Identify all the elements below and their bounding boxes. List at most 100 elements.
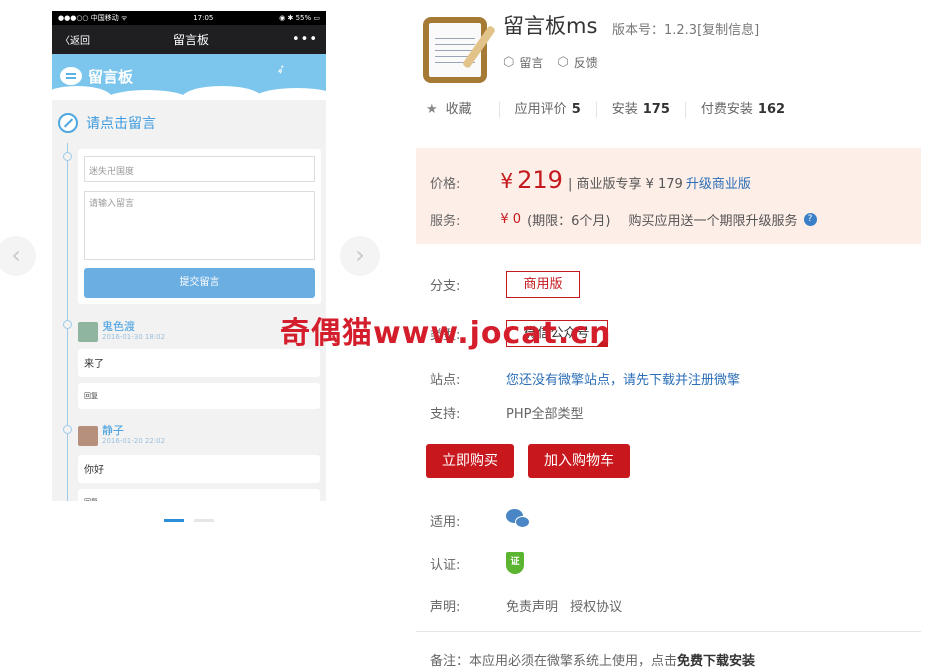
cert-label: 认证: xyxy=(430,557,461,573)
rating-label: 应用评价 xyxy=(514,102,567,117)
favorite-button[interactable]: ★ 收藏 xyxy=(426,102,499,118)
phone-status-bar: ●●●○○ 中国移动 ᯤ 17:05 ◉ ✱ 55% ▭ xyxy=(52,11,326,25)
submit-message-button: 提交留言 xyxy=(84,268,315,298)
branch-row: 分支: 商用版 xyxy=(430,271,580,298)
carousel-next-button[interactable]: › xyxy=(340,236,380,276)
tag-icon: ⬡ xyxy=(557,55,569,70)
wechat-nav-bar: 〈返回 留言板 ••• xyxy=(52,25,326,54)
message-form: 迷失卍国度 请输入留言 提交留言 xyxy=(78,149,321,304)
write-header: 请点击留言 xyxy=(58,113,156,133)
favorite-label: 收藏 xyxy=(445,102,472,117)
business-price-text: | 商业版专享 ¥ 179 xyxy=(567,177,683,192)
apply-row: 适用: xyxy=(430,509,532,531)
declaration-links: 免责声明 授权协议 xyxy=(506,596,630,615)
tag-item[interactable]: ⬡ 留言 xyxy=(503,54,543,71)
service-desc: 购买应用送一个期限升级服务 xyxy=(628,214,798,229)
service-row: 服务: ¥ 0 (期限：6个月) 购买应用送一个期限升级服务 ? xyxy=(430,210,817,229)
app-icon xyxy=(423,17,497,83)
message-header: 鬼色渡 2016-01-30 18:02 xyxy=(78,321,165,342)
service-label: 服务: xyxy=(430,214,461,229)
site-row: 站点: 您还没有微擎站点，请先下载并注册微擎 xyxy=(430,369,740,388)
pen-icon xyxy=(58,113,78,133)
message-date: 2016-01-20 22:02 xyxy=(102,437,166,445)
remark-text: 备注：本应用必须在微擎系统上使用，点击 xyxy=(430,654,678,669)
rocket-icon: ➶ xyxy=(273,60,289,78)
business-price: | 商业版专享 ¥ 179 升级商业版 xyxy=(568,173,751,192)
certified-shield-icon: 证 xyxy=(506,552,524,574)
avatar xyxy=(78,425,98,446)
message-header: 静子 2016-01-20 22:02 xyxy=(78,425,165,446)
license-link[interactable]: 授权协议 xyxy=(570,600,622,615)
rating-value: 5 xyxy=(571,102,581,117)
copy-info-link[interactable]: [复制信息] xyxy=(697,23,759,38)
upgrade-link[interactable]: 升级商业版 xyxy=(686,177,751,192)
install-value: 175 xyxy=(642,102,670,117)
paid-value: 162 xyxy=(757,102,786,117)
stat-rating: 应用评价 5 xyxy=(498,102,596,118)
price-value: ¥219 xyxy=(500,166,563,194)
avatar xyxy=(78,321,98,342)
screenshot-carousel: ●●●○○ 中国移动 ᯤ 17:05 ◉ ✱ 55% ▭ 〈返回 留言板 •••… xyxy=(0,0,380,540)
free-download-link[interactable]: 免费下载安装 xyxy=(677,654,755,669)
timeline-node xyxy=(63,320,72,329)
support-label: 支持: xyxy=(430,407,461,422)
price-panel: 价格: ¥219 | 商业版专享 ¥ 179 升级商业版 服务: ¥ 0 (期限：… xyxy=(416,148,921,244)
message-field: 请输入留言 xyxy=(84,191,315,260)
price-row: 价格: ¥219 | 商业版专享 ¥ 179 升级商业版 xyxy=(430,166,751,194)
buy-now-button[interactable]: 立即购买 xyxy=(426,444,514,478)
reply-label: 回复 xyxy=(78,489,320,501)
carousel-dot[interactable] xyxy=(164,519,184,522)
timeline-node xyxy=(63,425,72,434)
branch-label: 分支: xyxy=(430,279,461,294)
declaration-row: 声明: 免责声明 授权协议 xyxy=(430,596,630,615)
nav-title: 留言板 xyxy=(172,33,209,47)
stats-bar: ★ 收藏 应用评价 5 安装 175 付费安装 162 xyxy=(426,102,800,118)
timeline-node xyxy=(63,152,72,161)
support-value: PHP全部类型 xyxy=(506,407,584,422)
declaration-label: 声明: xyxy=(430,600,461,615)
banner: 留言板 ➶ xyxy=(52,54,326,100)
tag-icon: ⬡ xyxy=(503,55,515,70)
cert-row: 认证: 证 xyxy=(430,552,524,574)
banner-title: 留言板 xyxy=(88,68,134,86)
status-time: 17:05 xyxy=(193,14,214,22)
site-label: 站点: xyxy=(430,373,461,388)
disclaimer-link[interactable]: 免责声明 xyxy=(506,600,558,615)
support-row: 支持: PHP全部类型 xyxy=(430,403,583,422)
site-register-link[interactable]: 您还没有微擎站点，请先下载并注册微擎 xyxy=(506,369,740,388)
message-author: 鬼色渡 xyxy=(102,320,135,333)
name-field: 迷失卍国度 xyxy=(84,156,315,182)
branch-option[interactable]: 商用版 xyxy=(506,271,580,298)
back-button: 〈返回 xyxy=(60,36,90,47)
carousel-prev-button[interactable]: ‹ xyxy=(0,236,36,276)
install-label: 安装 xyxy=(611,102,638,117)
message-text: 你好 xyxy=(78,455,320,483)
price-label: 价格: xyxy=(430,177,461,192)
carousel-dot[interactable] xyxy=(194,519,214,522)
carousel-indicators xyxy=(164,519,214,522)
stat-install: 安装 175 xyxy=(595,102,685,118)
price-amount: 219 xyxy=(517,166,563,194)
service-term: (期限：6个月) xyxy=(527,214,611,229)
chat-bubble-icon xyxy=(60,67,82,85)
wechat-icon xyxy=(506,509,532,531)
write-title: 请点击留言 xyxy=(86,116,156,132)
tag-item[interactable]: ⬡ 反馈 xyxy=(557,54,597,71)
tag-label: 反馈 xyxy=(573,56,598,70)
version-label: 版本号：1.2.3 xyxy=(612,23,698,38)
app-version: 版本号：1.2.3[复制信息] xyxy=(612,19,759,38)
message-date: 2016-01-30 18:02 xyxy=(102,333,166,341)
app-tags: ⬡ 留言 ⬡ 反馈 xyxy=(503,54,598,71)
message-author: 静子 xyxy=(102,424,124,437)
apply-label: 适用: xyxy=(430,514,461,530)
currency-symbol: ¥ xyxy=(500,169,514,193)
help-icon[interactable]: ? xyxy=(803,213,817,226)
paid-label: 付费安装 xyxy=(700,102,753,117)
remark: 备注：本应用必须在微擎系统上使用，点击免费下载安装 xyxy=(430,650,755,669)
tag-label: 留言 xyxy=(519,56,544,70)
add-to-cart-button[interactable]: 加入购物车 xyxy=(528,444,630,478)
app-screenshot: ●●●○○ 中国移动 ᯤ 17:05 ◉ ✱ 55% ▭ 〈返回 留言板 •••… xyxy=(52,11,326,501)
divider xyxy=(416,631,921,632)
service-value: ¥ 0 xyxy=(500,212,522,227)
watermark: 奇偶猫www.jocat.cn xyxy=(280,316,612,351)
